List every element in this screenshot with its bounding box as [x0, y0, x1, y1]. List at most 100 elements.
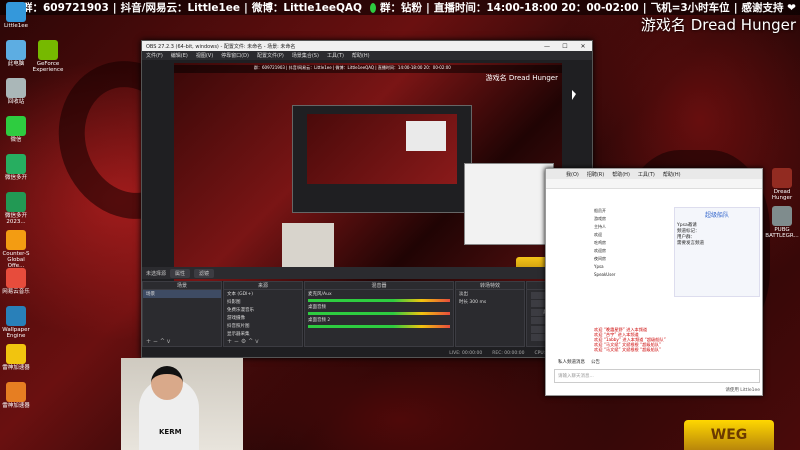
volume-meter[interactable] [308, 312, 450, 315]
obs-menu-item[interactable]: 停靠窗口(D) [221, 52, 249, 59]
desktop-icon-label: 网易云音乐 [2, 289, 30, 295]
desktop-icon-label: 此电脑 [7, 61, 25, 67]
app-icon [6, 40, 26, 60]
dock-title: 来源 [224, 282, 302, 290]
scenes-item[interactable]: 场景 [143, 290, 221, 298]
chat-input[interactable]: 请输入聊天消息... [554, 369, 760, 383]
banner-weibo: 微博：Little1eeQAQ [251, 2, 362, 14]
app-icon [6, 2, 26, 22]
desktop-icon[interactable]: 雷神加速器 [0, 382, 34, 409]
obs-titlebar[interactable]: OBS 27.2.3 (64-bit, windows) - 配置文件: 未命名… [142, 41, 592, 51]
desktop-icon[interactable]: 微信 [0, 116, 34, 143]
chat-menu-item[interactable]: 我(O) [566, 171, 579, 178]
obs-status-item: REC: 00:00:00 [492, 350, 525, 356]
filters-button[interactable]: 滤镜 [194, 268, 215, 278]
sources-item[interactable]: 免费乐漫音乐 [224, 306, 302, 314]
chat-toolbar [546, 179, 762, 189]
app-icon [6, 306, 26, 326]
chat-menubar: 我(O) 招聘(R) 帮助(H) 工具(T) 帮助(H) [546, 169, 762, 179]
sources-item[interactable]: 游戏摄像 [224, 314, 302, 322]
obs-menubar: 文件(F) 编辑(E) 视图(V) 停靠窗口(D) 配置文件(P) 场景集合(S) 工具(T… [142, 51, 592, 60]
preview-game-title: 游戏名 Dread Hunger [485, 74, 558, 82]
sources-item[interactable]: 抖影图 [224, 298, 302, 306]
obs-menu-item[interactable]: 文件(F) [146, 52, 163, 59]
chat-status: 请使用 Little1ee [725, 388, 760, 393]
minimize-icon[interactable]: — [538, 43, 556, 50]
chat-menu-item[interactable]: 帮助(H) [663, 171, 681, 178]
obs-window[interactable]: OBS 27.2.3 (64-bit, windows) - 配置文件: 未命名… [141, 40, 593, 358]
app-icon [6, 268, 26, 288]
preview-banner: 群：609721903 | 抖音/网易云：Little1ee | 微博：Litt… [174, 65, 562, 73]
volume-meter[interactable] [308, 299, 450, 302]
transitions-item[interactable]: 时长 300 ms [456, 298, 524, 306]
chat-menu-item[interactable]: 帮助(H) [612, 171, 630, 178]
app-icon [6, 382, 26, 402]
channel-list-item[interactable]: 主持人 [594, 223, 674, 231]
desktop-icon[interactable]: 回收站 [0, 78, 34, 105]
mixer-dock: 混音器 麦克风/Aux 桌面音频桌面音频 2 [304, 281, 454, 347]
desktop-icon[interactable]: Little1ee [0, 2, 34, 29]
desktop-icon-label: Counter-S Global Offe... [2, 251, 30, 270]
desktop-icon[interactable]: Wallpaper Engine [0, 306, 34, 339]
dock-footer-icons[interactable]: + − ^ v [143, 338, 221, 346]
obs-menu-item[interactable]: 编辑(E) [171, 52, 188, 59]
transitions-list: 淡出 时长 300 ms [456, 290, 524, 306]
channel-info-line: 需要发言频道 [677, 241, 704, 246]
desktop-icon-label: Little1ee [3, 23, 29, 29]
desktop-icon[interactable]: 雷神加速器 [0, 344, 34, 371]
sources-item[interactable]: 抖音照片图 [224, 322, 302, 330]
volume-meter[interactable] [308, 325, 450, 328]
desktop-icon-label: PUBG BATTLEGR... [765, 227, 799, 240]
obs-statusbar: LIVE: 00:00:00REC: 00:00:00CPU: 0.4%, 60… [142, 349, 592, 357]
close-icon[interactable]: ✕ [574, 43, 592, 50]
banner-qq-group: 群：609721903 [22, 2, 109, 14]
channel-list-item[interactable]: 船员开 [594, 207, 674, 215]
desktop-icon-label: 微信多开 [4, 175, 27, 181]
banner-thanks: 感谢支持 ❤ [741, 2, 796, 14]
stream-banner: 群：609721903 | 抖音/网易云：Little1ee | 微博：Litt… [0, 0, 800, 15]
obs-menu-item[interactable]: 帮助(H) [352, 52, 370, 59]
channel-list-item[interactable]: 吃鸡房 [594, 239, 674, 247]
sources-item[interactable]: 文本 (GDI+) [224, 290, 302, 298]
chat-window[interactable]: 我(O) 招聘(R) 帮助(H) 工具(T) 帮助(H) 船员开 游戏房 主持人 欢迎 吃鸡房欢… [545, 168, 763, 396]
channel-list-item[interactable]: 欢迎房 [594, 247, 674, 255]
sources-item[interactable]: 显示器采集 [224, 330, 302, 338]
channel-list-item[interactable]: SpeakUser [594, 271, 674, 279]
dock-footer-icons[interactable]: + − ⚙ ^ v [224, 338, 302, 346]
desktop-icon[interactable]: PUBG BATTLEGR... [764, 206, 800, 239]
banner-separator: | [112, 1, 117, 14]
obs-menu-item[interactable]: 配置文件(P) [257, 52, 284, 59]
obs-menu-item[interactable]: 场景集合(S) [292, 52, 319, 59]
channel-name: 超级船队 [704, 212, 729, 219]
chat-menu-item[interactable]: 工具(T) [638, 171, 655, 178]
obs-title: OBS 27.2.3 (64-bit, windows) - 配置文件: 未命名… [146, 43, 296, 50]
desktop-icon[interactable]: 此电脑 [0, 40, 34, 67]
mixer-item[interactable]: 麦克风/Aux [305, 290, 453, 298]
desktop-icon[interactable]: 微信多开 2023... [0, 192, 34, 225]
obs-preview[interactable]: 群：609721903 | 抖音/网易云：Little1ee | 微博：Litt… [174, 63, 562, 281]
channel-list-item[interactable]: 欢迎 [594, 231, 674, 239]
channel-list-item[interactable]: 游戏房 [594, 215, 674, 223]
app-icon [6, 116, 26, 136]
mixer-item[interactable]: 桌面音频 [305, 303, 453, 311]
obs-menu-item[interactable]: 工具(T) [327, 52, 344, 59]
transitions-item[interactable]: 淡出 [456, 290, 524, 298]
dock-title: 混音器 [305, 282, 453, 290]
desktop-icon[interactable]: Counter-S Global Offe... [0, 230, 34, 269]
desktop-icon[interactable]: GeForce Experience [30, 40, 66, 73]
desktop-icon[interactable]: 网易云音乐 [0, 268, 34, 295]
desktop-icon-label: Wallpaper Engine [2, 327, 30, 340]
maximize-icon[interactable]: ☐ [556, 43, 574, 50]
desktop-icon[interactable]: 微信多开 [0, 154, 34, 181]
chat-input-tab[interactable]: 私人频道消息 [558, 359, 585, 367]
channel-list-item[interactable]: Ypsa [594, 263, 674, 271]
desktop-icon[interactable]: Dread Hunger [764, 168, 800, 201]
channel-info-lines: Ypsa邀请 频道标记： 用户群： 需要发言频道 [677, 222, 757, 246]
channel-list-item[interactable]: 夜间房 [594, 255, 674, 263]
chat-menu-item[interactable]: 招聘(R) [587, 171, 604, 178]
mixer-item[interactable]: 桌面音频 2 [305, 316, 453, 324]
banner-separator: | [642, 1, 647, 14]
chat-input-tab[interactable]: 公告 [591, 359, 600, 367]
obs-menu-item[interactable]: 视图(V) [196, 52, 213, 59]
properties-button[interactable]: 属性 [170, 268, 191, 278]
